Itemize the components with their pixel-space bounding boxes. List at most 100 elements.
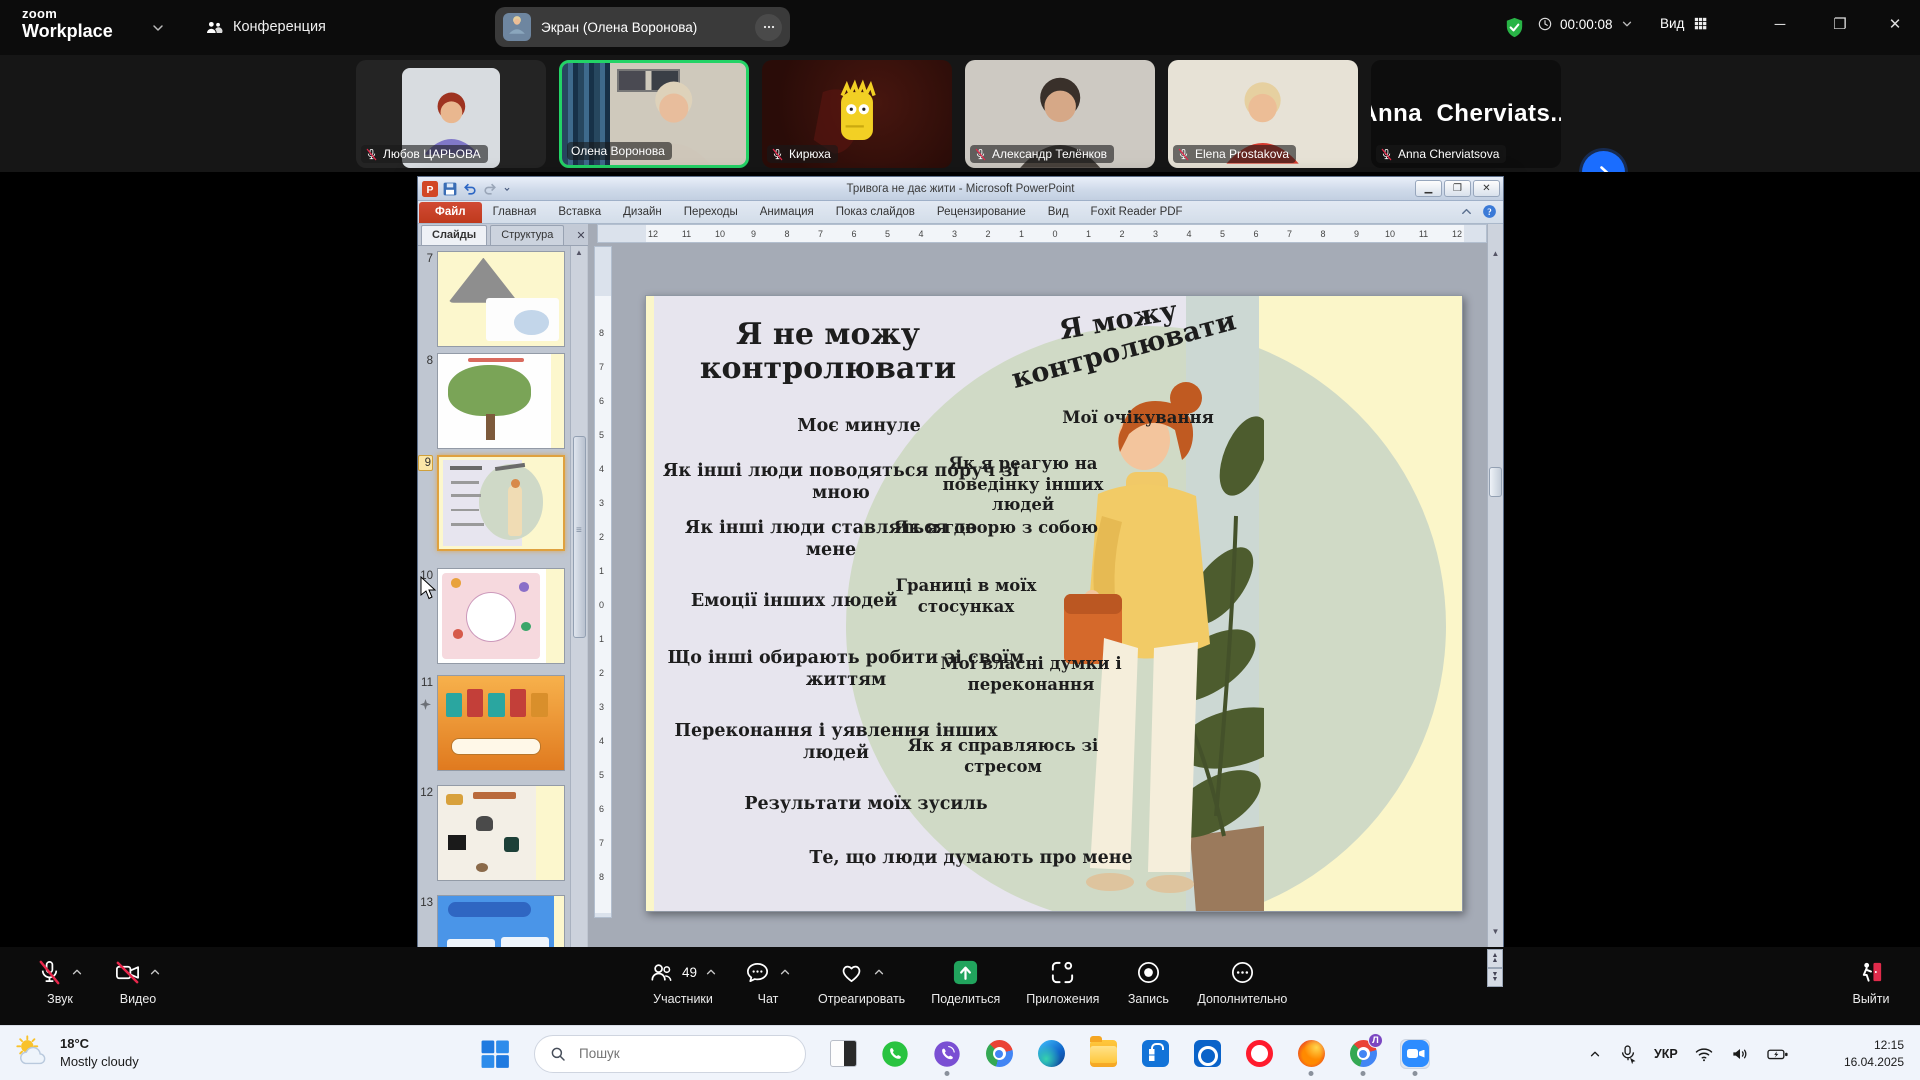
slide-text-item: Як я реагую на поведінку інших людей xyxy=(913,454,1133,516)
tab-conference[interactable]: Конференция xyxy=(205,12,326,42)
panel-close-icon[interactable]: ✕ xyxy=(576,229,585,245)
zoom-icon[interactable] xyxy=(1400,1039,1430,1069)
ruler-tick: 1 xyxy=(599,634,604,644)
opera-icon[interactable] xyxy=(1244,1039,1274,1069)
ribbon-tab-4[interactable]: Переходы xyxy=(673,202,749,223)
ribbon-tab-6[interactable]: Показ слайдов xyxy=(825,202,926,223)
ribbon-tab-2[interactable]: Вставка xyxy=(547,202,612,223)
mic-in-use-icon[interactable] xyxy=(1618,1044,1638,1064)
toolbar-heart-button[interactable]: Отреагировать xyxy=(818,956,905,1006)
slide-thumbnail[interactable] xyxy=(437,785,565,881)
participant-tile[interactable]: Александр Телёнков xyxy=(965,60,1155,168)
share-options-button[interactable] xyxy=(755,14,782,41)
scrollbar-thumb[interactable] xyxy=(1489,467,1502,497)
slides-panel: 78910111213 xyxy=(418,246,588,947)
ruler-tick: 6 xyxy=(1253,229,1258,239)
slide-thumbnail[interactable] xyxy=(437,251,565,347)
ribbon-tab-file[interactable]: Файл xyxy=(419,202,482,223)
powerpoint-title-bar[interactable]: P Тривога не дає жити - Microsoft PowerP… xyxy=(418,177,1503,201)
search-input[interactable] xyxy=(577,1045,767,1062)
toolbar-button-label: Чат xyxy=(758,992,779,1006)
toolbar-leave-button[interactable]: Выйти xyxy=(1848,956,1894,1006)
screen-share-pill[interactable]: Экран (Олена Воронова) xyxy=(495,7,790,47)
weather-widget[interactable]: 18°C Mostly cloudy xyxy=(14,1034,139,1072)
scrollbar-thumb[interactable] xyxy=(573,436,586,638)
edge-icon[interactable] xyxy=(1036,1039,1066,1069)
scroll-up-icon[interactable]: ▲ xyxy=(1489,246,1502,260)
toolbar-mic-muted-button[interactable]: Звук xyxy=(36,956,84,1006)
wifi-icon[interactable] xyxy=(1694,1044,1714,1064)
participant-tile[interactable]: Anna Cherviats...Anna Cherviatsova xyxy=(1371,60,1561,168)
meeting-timer[interactable]: 00:00:08 xyxy=(1537,16,1634,32)
battery-icon[interactable] xyxy=(1766,1044,1790,1064)
ribbon-tab-3[interactable]: Дизайн xyxy=(612,202,673,223)
minimize-button[interactable]: ─ xyxy=(1765,10,1795,38)
editor-scrollbar[interactable]: ▲ ▼ xyxy=(1487,224,1503,947)
slide-thumbnail[interactable] xyxy=(437,675,565,771)
toolbar-share-screen-button[interactable]: Поделиться xyxy=(931,956,1000,1006)
ribbon-tab-1[interactable]: Главная xyxy=(482,202,548,223)
previous-slide-button[interactable]: ▲▲ xyxy=(1487,949,1503,968)
hidden-icons-chevron[interactable] xyxy=(1588,1044,1602,1064)
whatsapp-icon[interactable] xyxy=(880,1039,910,1069)
start-button[interactable] xyxy=(478,1037,512,1071)
language-indicator[interactable]: УКР xyxy=(1654,1047,1678,1061)
chrome-icon[interactable] xyxy=(984,1039,1014,1069)
photos-icon[interactable] xyxy=(828,1039,858,1069)
slide-thumbnail[interactable] xyxy=(437,353,565,449)
store-icon[interactable] xyxy=(1140,1039,1170,1069)
ppt-minimize-button[interactable]: ▁ xyxy=(1415,180,1442,197)
slide-thumbnail[interactable] xyxy=(437,455,565,551)
scroll-down-icon[interactable]: ▼ xyxy=(1489,924,1502,938)
chevron-down-icon[interactable] xyxy=(1620,17,1634,31)
participant-tile[interactable]: Олена Воронова xyxy=(559,60,749,168)
ribbon-right-controls: ? xyxy=(1459,204,1497,219)
tray-time: 12:15 xyxy=(1812,1037,1904,1053)
explorer-icon[interactable] xyxy=(1088,1039,1118,1069)
participant-tile[interactable]: Любов ЦАРЬОВА xyxy=(356,60,546,168)
viber-icon[interactable] xyxy=(932,1039,962,1069)
toolbar-record-button[interactable]: Запись xyxy=(1125,956,1171,1006)
restore-button[interactable]: ❐ xyxy=(1825,10,1855,38)
participant-tile[interactable]: Elena Prostakova xyxy=(1168,60,1358,168)
toolbar-apps-button[interactable]: Приложения xyxy=(1026,956,1099,1006)
chrome-profile-icon[interactable]: Л xyxy=(1348,1039,1378,1069)
firefox-icon[interactable] xyxy=(1296,1039,1326,1069)
close-button[interactable]: ✕ xyxy=(1880,10,1910,38)
toolbar-camera-muted-button[interactable]: Видео xyxy=(114,956,162,1006)
next-slide-button[interactable]: ▼▼ xyxy=(1487,968,1503,987)
search-box[interactable] xyxy=(534,1035,806,1073)
ppt-close-button[interactable]: ✕ xyxy=(1473,180,1500,197)
view-button[interactable]: Вид xyxy=(1660,15,1709,32)
taskbar-clock[interactable]: 12:15 16.04.2025 xyxy=(1812,1026,1904,1080)
chevron-up-icon[interactable] xyxy=(778,965,792,979)
help-icon[interactable]: ? xyxy=(1482,204,1497,219)
grid-view-icon xyxy=(1692,15,1709,32)
slide-thumbnail[interactable] xyxy=(437,895,565,947)
chevron-up-icon[interactable] xyxy=(148,965,162,979)
record-icon xyxy=(1135,959,1162,986)
chevron-up-icon[interactable] xyxy=(704,965,718,979)
slide-number: 11 xyxy=(418,677,433,689)
volume-icon[interactable] xyxy=(1730,1044,1750,1064)
ppt-restore-button[interactable]: ❐ xyxy=(1444,180,1471,197)
panel-tab-1[interactable]: Структура xyxy=(490,225,564,245)
toolbar-participants-button[interactable]: 49Участники xyxy=(648,956,718,1006)
slide-thumbnail[interactable] xyxy=(437,568,565,664)
ribbon-tab-8[interactable]: Вид xyxy=(1037,202,1080,223)
chevron-up-icon[interactable] xyxy=(70,965,84,979)
security-shield-icon[interactable] xyxy=(1503,16,1526,39)
chevron-down-icon[interactable] xyxy=(150,20,166,36)
participant-tile[interactable]: Кирюха xyxy=(762,60,952,168)
toolbar-more-button[interactable]: Дополнительно xyxy=(1197,956,1287,1006)
collapse-ribbon-icon[interactable] xyxy=(1459,204,1474,219)
toolbar-chat-button[interactable]: Чат xyxy=(744,956,792,1006)
ribbon-tab-9[interactable]: Foxit Reader PDF xyxy=(1080,202,1194,223)
panel-tab-0[interactable]: Слайды xyxy=(421,225,487,245)
ribbon-tab-5[interactable]: Анимация xyxy=(749,202,825,223)
chevron-up-icon[interactable] xyxy=(872,965,886,979)
outlook-icon[interactable] xyxy=(1192,1039,1222,1069)
scroll-up-icon[interactable]: ▲ xyxy=(572,246,586,259)
slides-panel-scrollbar[interactable]: ▲ xyxy=(570,246,587,947)
ribbon-tab-7[interactable]: Рецензирование xyxy=(926,202,1037,223)
